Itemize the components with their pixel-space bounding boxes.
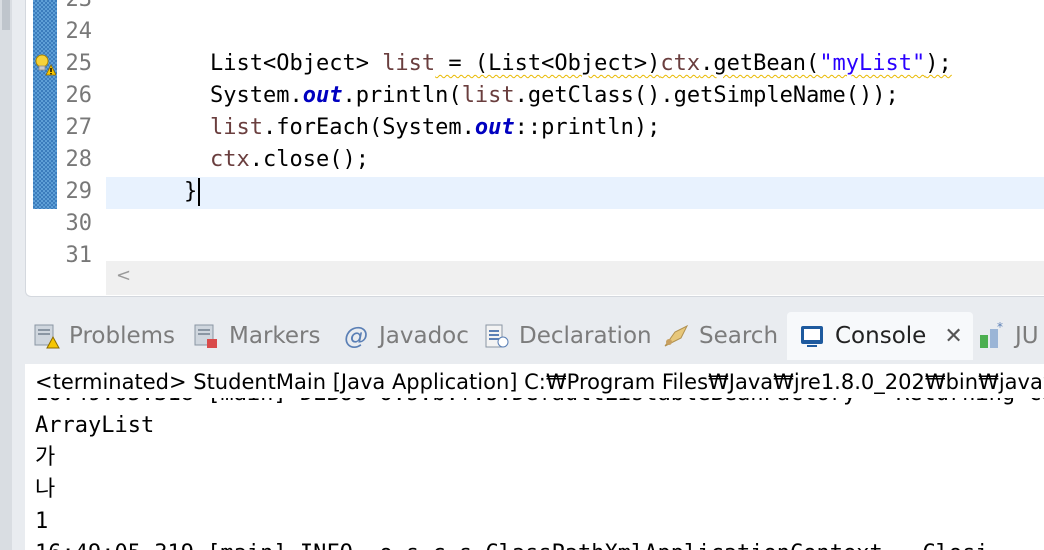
tab-label: Declaration — [519, 323, 652, 349]
code-token: = (List<Object>) — [435, 51, 661, 76]
tab-label: Markers — [229, 323, 321, 349]
svg-text:*: * — [997, 321, 1003, 334]
tab-junit[interactable]: * JU — [977, 312, 1039, 360]
line-number: 30 — [65, 211, 93, 236]
console-line: 1 — [35, 509, 49, 534]
code-token: ctx — [660, 51, 701, 76]
code-token: List<Object> — [210, 51, 383, 76]
code-token: .println( — [342, 83, 462, 108]
line-number: 27 — [65, 115, 93, 140]
tab-label: Console — [835, 323, 927, 349]
tab-search[interactable]: Search — [661, 312, 778, 360]
line-number: 29 — [65, 179, 93, 204]
tab-label: Search — [699, 323, 779, 349]
console-header: <terminated> StudentMain [Java Applicati… — [35, 370, 1044, 394]
current-line-highlight — [106, 177, 1044, 209]
tab-javadoc[interactable]: @ Javadoc — [341, 312, 469, 360]
line-number: 23 — [56, 0, 93, 16]
line-number: 31 — [65, 243, 93, 268]
tab-console[interactable]: Console ✕ — [787, 312, 973, 360]
code-token: ::println); — [514, 115, 661, 140]
string-literal: "myList" — [819, 51, 926, 76]
tab-label: Problems — [69, 323, 176, 349]
code-line-28[interactable]: ctx.close(); — [210, 144, 369, 176]
code-text-area[interactable]: List<Object> list = (List<Object>)ctx.ge… — [106, 0, 1044, 260]
problems-icon — [31, 321, 61, 351]
code-token: .getBean( — [700, 51, 820, 76]
code-line-27[interactable]: list.forEach(System.out::println); — [210, 112, 660, 144]
code-token: .forEach(System. — [262, 115, 475, 140]
console-line: 16:49:05.319 [main] INFO o.s.c.s.ClassPa… — [35, 538, 989, 550]
code-line-29[interactable]: } — [184, 176, 201, 208]
line-number: 25 — [65, 51, 93, 76]
close-icon[interactable]: ✕ — [944, 324, 962, 349]
markers-icon — [191, 321, 221, 351]
line-number: 24 — [65, 19, 93, 44]
code-token: list — [382, 51, 436, 76]
console-icon — [797, 321, 827, 351]
code-token: } — [184, 179, 198, 204]
line-number: 26 — [65, 83, 93, 108]
code-line-26[interactable]: System.out.println(list.getClass().getSi… — [210, 80, 899, 112]
bottom-view-tabs: Problems Markers @ Javadoc Declaration S… — [25, 306, 1044, 364]
search-icon — [661, 321, 691, 351]
code-token: list — [210, 115, 263, 140]
left-trim-bar — [0, 0, 12, 550]
console-output[interactable]: 16:49:05.318 [main] DEBUG o.s.b.f.s.Defa… — [35, 398, 1044, 550]
code-editor[interactable]: 23 24 25 26 27 28 29 30 31 List<Object> … — [25, 0, 1044, 297]
tab-label: JU — [1015, 323, 1039, 349]
static-field: out — [302, 83, 343, 108]
warning-lightbulb-icon[interactable] — [32, 52, 56, 76]
junit-icon: * — [977, 321, 1007, 351]
console-line: 나 — [35, 477, 56, 502]
horizontal-scrollbar[interactable]: < — [106, 261, 1044, 295]
code-token: System. — [210, 83, 303, 108]
code-token: ); — [925, 51, 952, 76]
console-line: ArrayList — [35, 413, 155, 438]
annotation-marker — [33, 0, 57, 48]
code-token: .getClass().getSimpleName()); — [514, 83, 899, 108]
scroll-left-icon[interactable]: < — [116, 265, 131, 286]
code-token: ctx — [210, 147, 250, 172]
code-token: .close(); — [249, 147, 369, 172]
text-caret — [198, 178, 201, 206]
tab-label: Javadoc — [379, 323, 469, 349]
trim-thumb — [2, 0, 10, 30]
editor-gutter: 23 24 25 26 27 28 29 30 31 — [26, 0, 106, 268]
tab-markers[interactable]: Markers — [191, 312, 320, 360]
code-line-25[interactable]: List<Object> list = (List<Object>)ctx.ge… — [210, 48, 952, 80]
tab-declaration[interactable]: Declaration — [481, 312, 652, 360]
code-token: list — [461, 83, 515, 108]
tab-problems[interactable]: Problems — [31, 312, 175, 360]
declaration-icon — [481, 321, 511, 351]
console-line: 가 — [35, 445, 56, 470]
warning-expression[interactable]: = (List<Object>)ctx.getBean("myList"); — [435, 51, 952, 76]
javadoc-icon: @ — [344, 322, 368, 350]
console-view[interactable]: <terminated> StudentMain [Java Applicati… — [25, 364, 1044, 550]
console-line: 16:49:05.318 [main] DEBUG o.s.b.f.s.Defa… — [35, 398, 1044, 410]
static-field: out — [474, 115, 515, 140]
line-number: 28 — [65, 147, 93, 172]
